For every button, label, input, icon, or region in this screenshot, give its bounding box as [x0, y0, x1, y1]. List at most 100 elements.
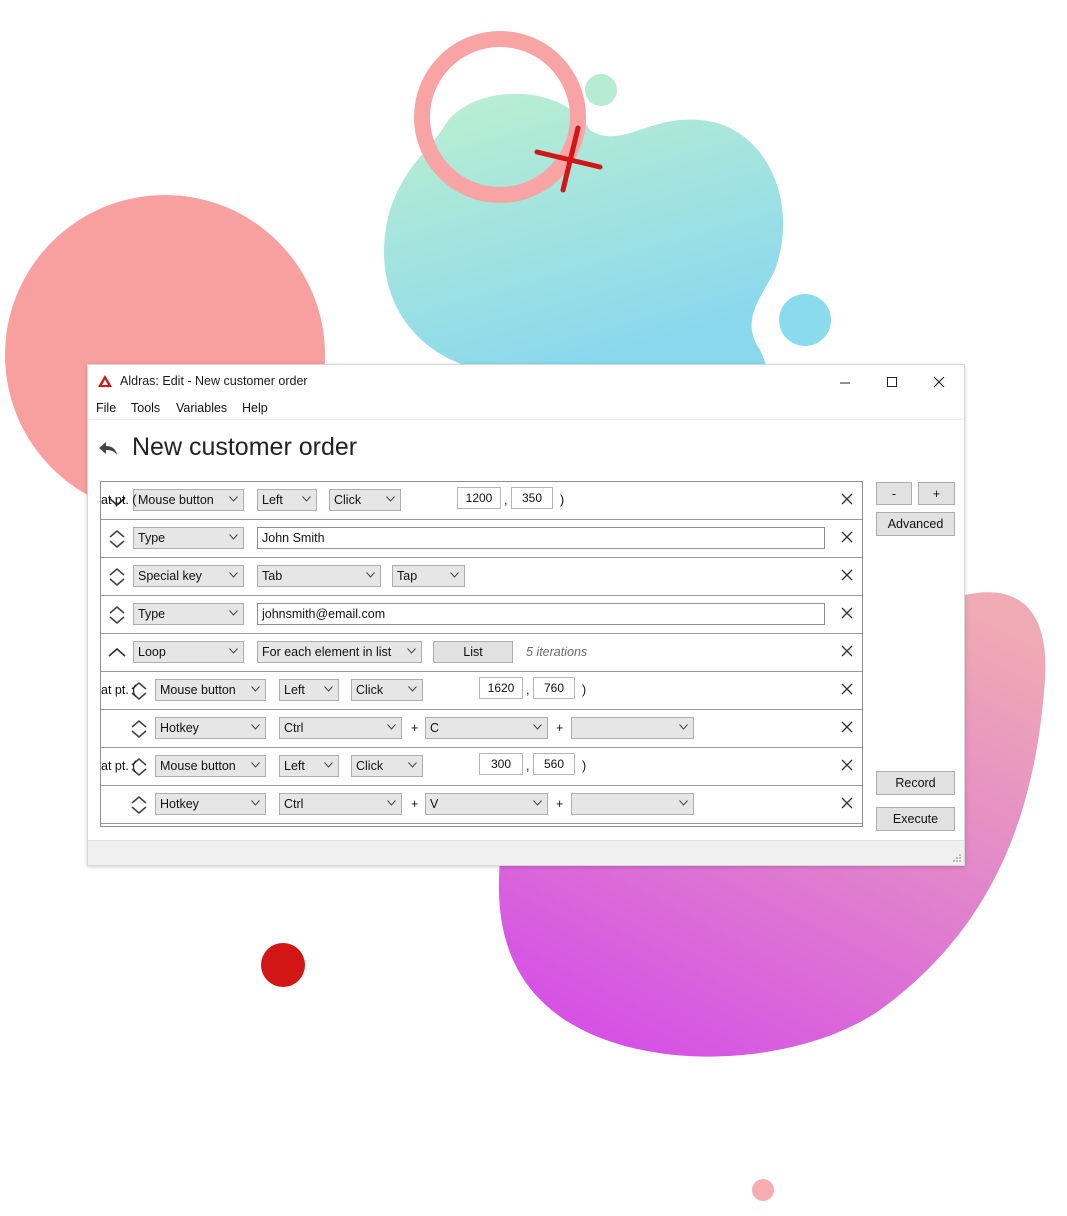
modifier-key-select[interactable]: Ctrl	[279, 793, 402, 815]
loop-type-select[interactable]: For each element in list	[257, 641, 422, 663]
mouse-button-select[interactable]: Left	[279, 755, 339, 777]
click-type-select[interactable]: Click	[351, 755, 423, 777]
expand-chevron-icon[interactable]	[106, 642, 128, 664]
action-row-6: Hotkey Ctrl + C +	[101, 710, 862, 748]
type-text-input[interactable]: johnsmith@email.com	[257, 603, 825, 625]
resize-grip-icon[interactable]	[952, 853, 962, 863]
record-button[interactable]: Record	[876, 771, 955, 795]
zoom-out-button[interactable]: -	[876, 482, 912, 505]
reorder-icon[interactable]	[128, 718, 150, 740]
status-bar	[88, 840, 964, 865]
action-type-select[interactable]: Hotkey	[155, 793, 266, 815]
zoom-in-button[interactable]: +	[918, 482, 955, 505]
special-key-select[interactable]: Tab	[257, 565, 381, 587]
page-title: New customer order	[132, 433, 358, 461]
chevron-down-icon	[229, 496, 238, 502]
action-type-select[interactable]: Type	[133, 527, 244, 549]
minimize-button[interactable]	[822, 369, 868, 395]
pink-dot	[752, 1179, 774, 1201]
type-text-input[interactable]: John Smith	[257, 527, 825, 549]
chevron-down-icon	[302, 496, 311, 502]
aldras-logo-icon	[98, 375, 112, 387]
remove-action-icon[interactable]	[840, 568, 854, 582]
click-type-select[interactable]: Click	[351, 679, 423, 701]
chevron-down-icon	[450, 572, 459, 578]
action-row-8: Hotkey Ctrl + V +	[101, 786, 862, 824]
menu-variables[interactable]: Variables	[176, 401, 227, 415]
close-paren-label: )	[582, 683, 587, 697]
plus-label: +	[556, 797, 564, 811]
menu-help[interactable]: Help	[242, 401, 268, 415]
remove-action-icon[interactable]	[840, 492, 854, 506]
maximize-button[interactable]	[869, 369, 915, 395]
special-key-select-value: Tab	[262, 569, 283, 583]
action-type-select[interactable]: Type	[133, 603, 244, 625]
cyan-dot	[779, 294, 831, 346]
list-button[interactable]: List	[433, 641, 513, 663]
close-window-button[interactable]	[916, 369, 962, 395]
chevron-down-icon	[229, 534, 238, 540]
reorder-icon[interactable]	[106, 604, 128, 626]
modifier-key-select-value: Ctrl	[284, 797, 304, 811]
chevron-down-icon	[533, 800, 542, 806]
reorder-icon[interactable]	[128, 794, 150, 816]
extra-key-select[interactable]	[571, 717, 694, 739]
chevron-down-icon	[408, 686, 417, 692]
chevron-down-icon	[229, 648, 238, 654]
hotkey-key-select[interactable]: C	[425, 717, 548, 739]
title-bar[interactable]: Aldras: Edit - New customer order	[88, 365, 964, 397]
action-row-5: Mouse button Left Click at pt. (1620, 760)	[101, 672, 862, 710]
chevron-down-icon	[533, 724, 542, 730]
hotkey-key-select[interactable]: V	[425, 793, 548, 815]
action-type-select[interactable]: Loop	[133, 641, 244, 663]
remove-action-icon[interactable]	[840, 644, 854, 658]
action-type-select[interactable]: Mouse button	[133, 489, 244, 511]
x-coordinate-input[interactable]: 1620	[479, 677, 523, 699]
remove-action-icon[interactable]	[840, 530, 854, 544]
back-arrow-icon[interactable]	[98, 441, 118, 457]
key-action-select-value: Tap	[397, 569, 418, 583]
action-type-select[interactable]: Hotkey	[155, 717, 266, 739]
mouse-button-select-value: Left	[284, 683, 305, 697]
extra-key-select[interactable]	[571, 793, 694, 815]
comma-label: ,	[504, 493, 508, 507]
action-type-select-value: Mouse button	[138, 493, 214, 507]
plus-label: +	[556, 721, 564, 735]
reorder-icon[interactable]	[106, 528, 128, 550]
app-window: Aldras: Edit - New customer order File T…	[87, 364, 965, 866]
mouse-button-select[interactable]: Left	[257, 489, 317, 511]
x-coordinate-input[interactable]: 300	[479, 753, 523, 775]
remove-action-icon[interactable]	[840, 682, 854, 696]
y-coordinate-input[interactable]: 350	[511, 487, 553, 509]
modifier-key-select[interactable]: Ctrl	[279, 717, 402, 739]
menu-file[interactable]: File	[96, 401, 116, 415]
remove-action-icon[interactable]	[840, 720, 854, 734]
y-coordinate-input[interactable]: 760	[533, 677, 575, 699]
action-type-select[interactable]: Special key	[133, 565, 244, 587]
action-type-select[interactable]: Mouse button	[155, 755, 266, 777]
remove-action-icon[interactable]	[840, 606, 854, 620]
action-row-0: Mouse button Left Click at pt. (1200, 350)	[101, 482, 862, 520]
key-action-select[interactable]: Tap	[392, 565, 465, 587]
action-row-4: Loop For each element in list List 5 iterat…	[101, 634, 862, 672]
reorder-icon[interactable]	[106, 566, 128, 588]
minimize-icon	[840, 382, 850, 384]
chevron-down-icon	[251, 800, 260, 806]
click-type-select-value: Click	[356, 683, 384, 697]
menu-tools[interactable]: Tools	[131, 401, 160, 415]
y-coordinate-input[interactable]: 560	[533, 753, 575, 775]
x-coordinate-input[interactable]: 1200	[457, 487, 501, 509]
action-type-select[interactable]: Mouse button	[155, 679, 266, 701]
remove-action-icon[interactable]	[840, 758, 854, 772]
action-list: Mouse button Left Click at pt. (1200, 350) Ty…	[100, 481, 863, 827]
chevron-down-icon	[251, 686, 260, 692]
action-row-2: Special key Tab Tap	[101, 558, 862, 596]
close-paren-label: )	[560, 493, 565, 507]
execute-button[interactable]: Execute	[876, 807, 955, 831]
remove-action-icon[interactable]	[840, 796, 854, 810]
mouse-button-select[interactable]: Left	[279, 679, 339, 701]
action-type-select-value: Mouse button	[160, 759, 236, 773]
advanced-button[interactable]: Advanced	[876, 512, 955, 536]
plus-label: +	[411, 721, 419, 735]
click-type-select[interactable]: Click	[329, 489, 401, 511]
